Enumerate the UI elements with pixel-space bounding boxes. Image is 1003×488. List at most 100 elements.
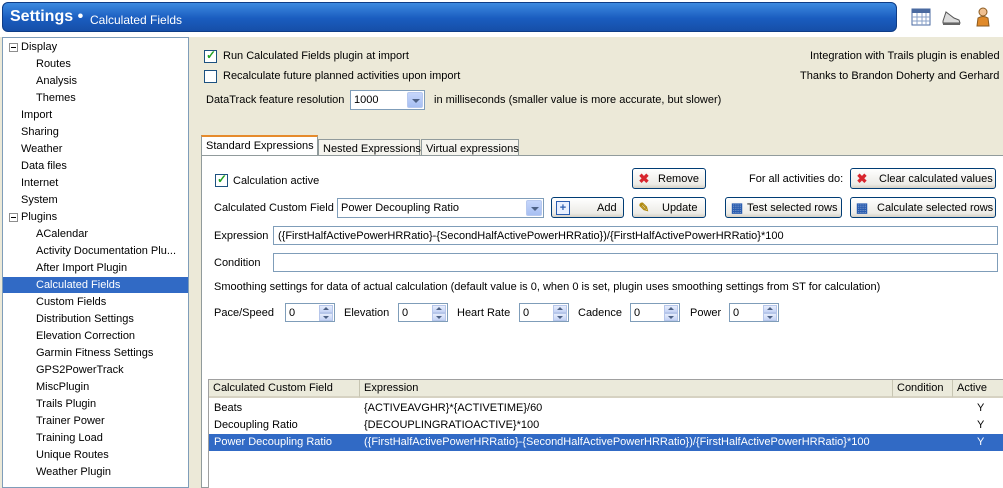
run-at-import-label: Run Calculated Fields plugin at import xyxy=(223,50,409,62)
spin-down-icon[interactable] xyxy=(432,313,446,321)
sidebar-item[interactable]: Calculated Fields xyxy=(3,277,188,293)
pace-speed-stepper[interactable]: 0 xyxy=(285,303,335,322)
row-active: Y xyxy=(977,402,985,414)
column-header-field[interactable]: Calculated Custom Field xyxy=(209,380,360,398)
title-banner: Settings • Calculated Fields xyxy=(2,2,897,32)
main-panel: Run Calculated Fields plugin at import R… xyxy=(195,37,1003,488)
sidebar-item[interactable]: Unique Routes xyxy=(3,447,183,463)
sidebar-item[interactable]: Trainer Power xyxy=(3,413,183,429)
spin-up-icon[interactable] xyxy=(763,305,777,313)
add-button[interactable]: + Add xyxy=(551,197,624,218)
clear-calculated-values-button[interactable]: ✖ Clear calculated values xyxy=(850,168,996,189)
elevation-label: Elevation xyxy=(344,307,390,319)
custom-field-select[interactable]: Power Decoupling Ratio xyxy=(337,198,544,218)
window-subtitle: Calculated Fields xyxy=(90,13,183,27)
power-label: Power xyxy=(690,307,722,319)
add-button-label: Add xyxy=(597,202,617,214)
tab-standard-expressions[interactable]: Standard Expressions xyxy=(201,135,318,157)
sidebar-item-label: Internet xyxy=(21,177,59,189)
sidebar-item-label: Distribution Settings xyxy=(36,313,134,325)
sidebar-item[interactable]: Plugins xyxy=(3,209,183,225)
column-header-condition[interactable]: Condition xyxy=(893,380,953,398)
trails-integration-info: Integration with Trails plugin is enable… xyxy=(810,50,1000,62)
sidebar-item[interactable]: Weather Plugin xyxy=(3,464,183,480)
update-button[interactable]: ✎ Update xyxy=(632,197,706,218)
table-row-selected[interactable]: Power Decoupling Ratio ({FirstHalfActive… xyxy=(209,434,1003,451)
sidebar-item[interactable]: GPS2PowerTrack xyxy=(3,362,183,378)
sidebar-item[interactable]: System xyxy=(3,192,183,208)
sidebar-item[interactable]: Import xyxy=(3,107,183,123)
cadence-label: Cadence xyxy=(578,307,623,319)
calendar-icon[interactable] xyxy=(910,6,932,28)
table-row[interactable]: Beats {ACTIVEAVGHR}*{ACTIVETIME}/60 Y xyxy=(209,400,1003,417)
expression-input[interactable]: ({FirstHalfActivePowerHRRatio}-{SecondHa… xyxy=(273,226,998,245)
recalc-future-checkbox[interactable] xyxy=(204,70,217,83)
row-field: Beats xyxy=(214,402,243,414)
add-plus-icon: + xyxy=(556,201,570,215)
column-header-expression[interactable]: Expression xyxy=(360,380,893,398)
row-field: Decoupling Ratio xyxy=(214,419,298,431)
sidebar-item[interactable]: Routes xyxy=(3,56,183,72)
sidebar-item-label: Unique Routes xyxy=(36,449,109,461)
spin-up-icon[interactable] xyxy=(553,305,567,313)
sidebar-item[interactable]: Elevation Correction xyxy=(3,328,183,344)
sidebar-item[interactable]: Data files xyxy=(3,158,183,174)
sidebar-item[interactable]: After Import Plugin xyxy=(3,260,183,276)
spin-down-icon[interactable] xyxy=(319,313,333,321)
sidebar-item[interactable]: Garmin Fitness Settings xyxy=(3,345,183,361)
sidebar-item[interactable]: Distribution Settings xyxy=(3,311,183,327)
table-row[interactable]: Decoupling Ratio {DECOUPLINGRATIOACTIVE}… xyxy=(209,417,1003,434)
sidebar-item[interactable]: Themes xyxy=(3,90,183,106)
chevron-down-icon[interactable] xyxy=(407,92,423,108)
test-selected-rows-button[interactable]: ▦ Test selected rows xyxy=(725,197,842,218)
sidebar-item-label: Custom Fields xyxy=(36,296,107,308)
spin-down-icon[interactable] xyxy=(553,313,567,321)
datatrack-value: 1000 xyxy=(354,94,379,106)
sidebar-item-label: Data files xyxy=(21,160,67,172)
run-at-import-checkbox[interactable] xyxy=(204,48,217,63)
row-expression: ({FirstHalfActivePowerHRRatio}-{SecondHa… xyxy=(364,436,870,448)
remove-button[interactable]: ✖ Remove xyxy=(632,168,706,189)
sidebar-item[interactable]: Sharing xyxy=(3,124,183,140)
spin-down-icon[interactable] xyxy=(763,313,777,321)
datatrack-resolution-select[interactable]: 1000 xyxy=(350,90,425,110)
collapse-icon[interactable] xyxy=(9,213,18,222)
condition-input[interactable] xyxy=(273,253,998,272)
power-value: 0 xyxy=(733,307,740,319)
sidebar-item[interactable]: Training Load xyxy=(3,430,183,446)
custom-field-value: Power Decoupling Ratio xyxy=(341,202,460,214)
spin-up-icon[interactable] xyxy=(319,305,333,313)
sidebar-item-label: Activity Documentation Plu... xyxy=(36,245,177,257)
sidebar-item[interactable]: Trails Plugin xyxy=(3,396,183,412)
spin-up-icon[interactable] xyxy=(432,305,446,313)
sidebar-item[interactable]: MiscPlugin xyxy=(3,379,183,395)
elevation-stepper[interactable]: 0 xyxy=(398,303,448,322)
sidebar-item-label: MiscPlugin xyxy=(36,381,90,393)
spin-down-icon[interactable] xyxy=(664,313,678,321)
sidebar-item-label: Display xyxy=(21,41,58,53)
power-stepper[interactable]: 0 xyxy=(729,303,779,322)
sidebar-item[interactable]: Activity Documentation Plu... xyxy=(3,243,183,259)
sidebar-item-label: Plugins xyxy=(21,211,58,223)
sidebar-item[interactable]: Custom Fields xyxy=(3,294,183,310)
cadence-stepper[interactable]: 0 xyxy=(630,303,680,322)
spin-up-icon[interactable] xyxy=(664,305,678,313)
sidebar-item[interactable]: Internet xyxy=(3,175,183,191)
sidebar-item[interactable]: Display xyxy=(3,39,183,55)
settings-tree[interactable]: Display Routes Analysis Themes Import Sharing… xyxy=(2,37,189,488)
collapse-icon[interactable] xyxy=(9,43,18,52)
shoe-icon[interactable] xyxy=(940,6,962,28)
column-header-active[interactable]: Active xyxy=(953,380,1003,398)
chevron-down-icon[interactable] xyxy=(526,200,542,216)
calculation-active-checkbox[interactable] xyxy=(215,172,228,187)
calculate-selected-rows-button[interactable]: ▦ Calculate selected rows xyxy=(850,197,996,218)
pace-speed-label: Pace/Speed xyxy=(214,307,274,319)
heart-rate-stepper[interactable]: 0 xyxy=(519,303,569,322)
sidebar-item[interactable]: Weather xyxy=(3,141,183,157)
title-bar: Settings • Calculated Fields xyxy=(0,0,1003,37)
sidebar-item[interactable]: ACalendar xyxy=(3,226,183,242)
sidebar-item-label: Garmin Fitness Settings xyxy=(36,347,154,359)
sidebar-item[interactable]: Analysis xyxy=(3,73,183,89)
athlete-icon[interactable] xyxy=(972,6,994,28)
expressions-grid[interactable]: Calculated Custom Field Expression Condi… xyxy=(208,379,1003,488)
